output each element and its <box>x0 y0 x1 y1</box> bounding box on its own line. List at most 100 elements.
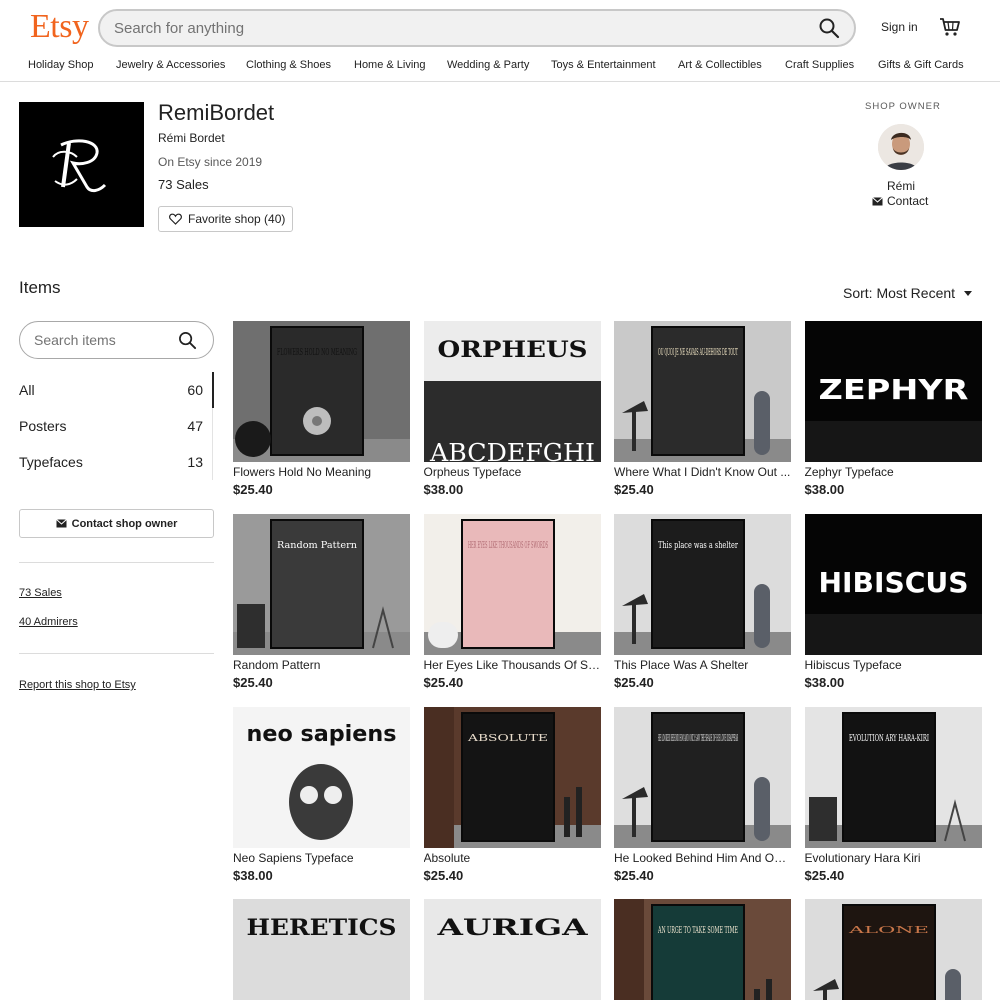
listing-price: $38.00 <box>423 482 464 497</box>
shop-logo <box>19 102 144 227</box>
owner-first-name: Rémi <box>886 179 915 193</box>
listing-title[interactable]: Random Pattern <box>233 658 410 672</box>
listing-image[interactable]: neo sapiens <box>233 706 410 848</box>
listing-title[interactable]: Orpheus Typeface <box>424 465 601 479</box>
search-icon[interactable] <box>178 331 197 350</box>
favorite-shop-button[interactable]: Favorite shop (40) <box>158 206 293 232</box>
listing-image[interactable]: ABSOLUTE <box>423 706 601 848</box>
listing-price: $25.40 <box>614 867 654 883</box>
listing-price: $25.40 <box>423 675 464 690</box>
listing-image[interactable]: HIBISCUS <box>804 514 982 655</box>
admirers-link[interactable]: 40 Admirers <box>19 616 78 628</box>
listing-image[interactable]: AN URGE TO TAKE SOME TIME <box>614 899 791 1000</box>
shop-since: On Etsy since 2019 <box>158 155 263 169</box>
listing-card[interactable]: HERETICS <box>233 899 410 1000</box>
nav-wedding-party[interactable]: Wedding & Party <box>447 59 529 71</box>
listing-image[interactable]: ALONE <box>804 899 982 1000</box>
etsy-logo[interactable]: Etsy <box>30 8 89 46</box>
shop-owner-label: SHOP OWNER <box>865 101 941 112</box>
listing-image[interactable]: This place was a shelter <box>614 514 791 655</box>
items-search-input[interactable] <box>34 322 174 358</box>
listing-title[interactable]: Flowers Hold No Meaning <box>233 465 410 479</box>
contact-shop-owner-button[interactable]: Contact shop owner <box>19 509 214 538</box>
heart-icon <box>169 213 182 225</box>
listing-art-text: HIBISCUS <box>818 566 968 599</box>
envelope-icon <box>872 196 883 205</box>
section-name: All <box>19 382 35 398</box>
listing-image[interactable]: FLOWERS HOLD NO MEANING <box>233 321 410 462</box>
listing-card[interactable]: ZEPHYR Zephyr Typeface $38.00 <box>804 321 982 497</box>
listing-image[interactable]: OU QUOI JE NE SAVAIS AU-DEHORS DE TOUT <box>614 321 791 462</box>
listing-price: $38.00 <box>233 867 273 883</box>
listing-title[interactable]: This Place Was A Shelter <box>614 658 791 672</box>
listing-image[interactable]: HE LOOKED BEHIND HIM AND ONLY SAW THE SH… <box>614 706 791 848</box>
sign-in-link[interactable]: Sign in <box>881 20 918 34</box>
section-posters[interactable]: Posters 47 <box>19 408 214 444</box>
nav-home-living[interactable]: Home & Living <box>354 59 426 71</box>
shop-sales: 73 Sales <box>158 177 209 192</box>
listing-card[interactable]: AN URGE TO TAKE SOME TIME <box>614 899 791 1000</box>
owner-avatar[interactable] <box>878 124 924 170</box>
listing-card[interactable]: ORPHEUS ABCDEFGHI Orpheus Typeface $38.00 <box>423 321 601 497</box>
listing-price: $38.00 <box>804 482 845 497</box>
section-name: Typefaces <box>19 454 83 470</box>
sales-link[interactable]: 73 Sales <box>19 587 62 599</box>
listing-art-text: FLOWERS HOLD NO MEANING <box>277 348 357 358</box>
listing-image[interactable]: EVOLUTION ARY HARA-KIRI <box>804 706 982 848</box>
listing-title[interactable]: Hibiscus Typeface <box>805 658 982 672</box>
listing-card[interactable]: FLOWERS HOLD NO MEANING Flowers Hold No M… <box>233 321 410 497</box>
listing-image[interactable]: Random Pattern <box>233 514 410 655</box>
listing-card[interactable]: HIBISCUS Hibiscus Typeface $38.00 <box>804 514 982 690</box>
listing-title[interactable]: Neo Sapiens Typeface <box>233 851 410 865</box>
sort-dropdown[interactable]: Sort: Most Recent <box>843 285 975 301</box>
nav-gifts-gift-cards[interactable]: Gifts & Gift Cards <box>878 59 964 71</box>
search-bar <box>98 9 856 47</box>
cart-icon[interactable] <box>939 16 961 38</box>
listing-card[interactable]: OU QUOI JE NE SAVAIS AU-DEHORS DE TOUT Wh… <box>614 321 791 497</box>
listing-title[interactable]: Her Eyes Like Thousands Of Sw... <box>424 658 601 672</box>
nav-jewelry-accessories[interactable]: Jewelry & Accessories <box>116 59 225 71</box>
shop-monogram-icon <box>51 138 106 192</box>
sidebar-divider <box>19 562 214 563</box>
nav-clothing-shoes[interactable]: Clothing & Shoes <box>246 59 331 71</box>
listing-title[interactable]: Where What I Didn't Know Out ... <box>614 465 791 479</box>
listing-card[interactable]: This place was a shelter This Place Was A… <box>614 514 791 690</box>
search-input[interactable] <box>114 11 794 45</box>
category-nav: Holiday Shop Jewelry & Accessories Cloth… <box>0 59 1000 81</box>
section-count: 47 <box>187 418 203 434</box>
listing-title[interactable]: Evolutionary Hara Kiri <box>805 851 982 865</box>
listing-image[interactable]: AURIGA <box>423 899 601 1000</box>
section-divider <box>212 408 213 480</box>
listing-card[interactable]: Random Pattern Random Pattern $25.40 <box>233 514 410 690</box>
listing-card[interactable]: ALONE <box>804 899 982 1000</box>
listing-image[interactable]: ORPHEUS ABCDEFGHI <box>423 321 601 462</box>
listing-card[interactable]: AURIGA <box>423 899 601 1000</box>
nav-holiday-shop[interactable]: Holiday Shop <box>28 59 93 71</box>
caret-down-icon <box>964 291 973 296</box>
listing-title[interactable]: He Looked Behind Him And Onl... <box>614 851 791 865</box>
section-all[interactable]: All 60 <box>19 372 214 408</box>
section-count: 60 <box>187 382 203 398</box>
listing-image[interactable]: ZEPHYR <box>804 321 982 462</box>
listing-title[interactable]: Zephyr Typeface <box>805 465 982 479</box>
owner-contact-link[interactable]: Contact <box>872 194 928 208</box>
listing-card[interactable]: HE LOOKED BEHIND HIM AND ONLY SAW THE SH… <box>614 706 791 883</box>
listing-art-text: This place was a shelter <box>658 541 739 551</box>
listing-card[interactable]: EVOLUTION ARY HARA-KIRI Evolutionary Hara… <box>804 706 982 883</box>
listing-title[interactable]: Absolute <box>424 851 601 865</box>
listing-art-text: AN URGE TO TAKE SOME TIME <box>657 926 738 936</box>
listing-art-text: ORPHEUS <box>437 337 587 363</box>
nav-toys-entertainment[interactable]: Toys & Entertainment <box>551 59 656 71</box>
listing-card[interactable]: HER EYES LIKE THOUSANDS OF SWORDS Her Eye… <box>423 514 601 690</box>
nav-craft-supplies[interactable]: Craft Supplies <box>785 59 854 71</box>
listing-art-text: HER EYES LIKE THOUSANDS OF SWORDS <box>468 541 548 551</box>
search-icon[interactable] <box>818 17 840 39</box>
listing-image[interactable]: HERETICS <box>233 899 410 1000</box>
listing-card[interactable]: neo sapiens Neo Sapiens Typeface $38.00 <box>233 706 410 883</box>
section-typefaces[interactable]: Typefaces 13 <box>19 444 214 480</box>
nav-art-collectibles[interactable]: Art & Collectibles <box>678 59 762 71</box>
listing-card[interactable]: ABSOLUTE Absolute $25.40 <box>423 706 601 883</box>
listing-art-text: EVOLUTION ARY HARA-KIRI <box>849 734 929 744</box>
report-shop-link[interactable]: Report this shop to Etsy <box>19 679 136 691</box>
listing-image[interactable]: HER EYES LIKE THOUSANDS OF SWORDS <box>423 514 601 655</box>
